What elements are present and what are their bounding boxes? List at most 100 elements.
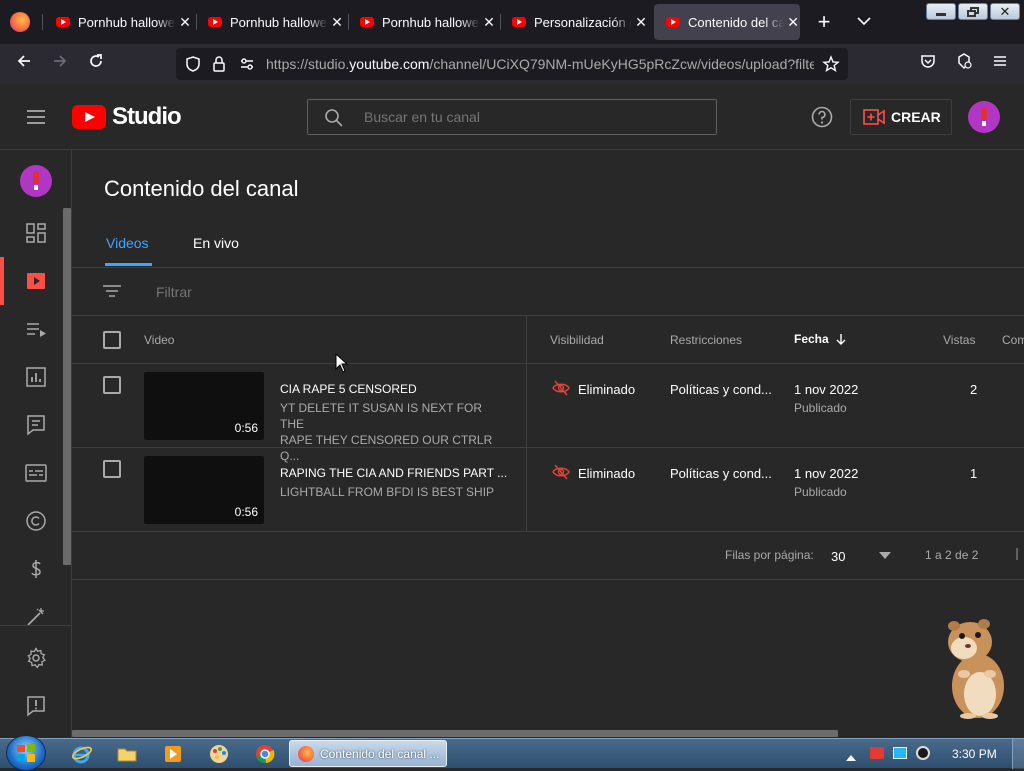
horizontal-scrollbar[interactable]: [72, 730, 838, 737]
sidebar-item-comments[interactable]: [0, 401, 72, 449]
close-tab-icon[interactable]: ✕: [634, 14, 648, 31]
url-prefix: https://studio.: [266, 56, 350, 72]
browser-tab-active[interactable]: Contenido del canal ✕: [654, 4, 800, 40]
tab-live[interactable]: En vivo: [193, 235, 239, 267]
restriction-status[interactable]: Políticas y cond...: [670, 466, 772, 481]
browser-navbar: https://studio.youtube.com/channel/UCiXQ…: [0, 44, 1024, 84]
reload-icon[interactable]: [84, 52, 108, 76]
studio-logo[interactable]: Studio: [72, 103, 182, 131]
channel-avatar[interactable]: [20, 165, 52, 197]
volume-tray-icon[interactable]: [916, 746, 930, 760]
media-player-icon[interactable]: [162, 743, 184, 765]
tabs-divider: [72, 267, 1024, 268]
extensions-icon[interactable]: [952, 52, 976, 76]
column-header-visibility[interactable]: Visibilidad: [550, 333, 604, 347]
publish-status: Publicado: [794, 485, 847, 499]
browser-tab[interactable]: Personalización de ✕: [500, 4, 650, 40]
filter-icon[interactable]: [102, 281, 122, 301]
pocket-icon[interactable]: [916, 52, 940, 76]
firefox-taskbar-icon: [298, 745, 314, 762]
url-bar[interactable]: https://studio.youtube.com/channel/UCiXQ…: [176, 48, 848, 80]
sort-arrow-down-icon: [836, 334, 846, 345]
paint-app-icon[interactable]: [208, 743, 230, 765]
visibility-status[interactable]: Eliminado: [578, 466, 635, 481]
first-page-icon[interactable]: [1016, 548, 1024, 562]
close-tab-icon[interactable]: ✕: [330, 14, 344, 31]
close-tab-icon[interactable]: ✕: [178, 14, 192, 31]
video-thumbnail[interactable]: 0:56: [144, 372, 264, 440]
list-tabs-icon[interactable]: [855, 12, 873, 30]
browser-tab[interactable]: Pornhub halloween ✕: [196, 4, 346, 40]
close-tab-icon[interactable]: ✕: [786, 14, 800, 31]
search-icon[interactable]: [324, 108, 344, 128]
table-row[interactable]: 0:56 CIA RAPE 5 CENSORED YT DELETE IT SU…: [72, 364, 1024, 463]
browser-tab[interactable]: Pornhub halloween ✕: [44, 4, 194, 40]
restore-window-button[interactable]: [958, 3, 988, 20]
sidebar-item-dashboard[interactable]: [0, 209, 72, 257]
sidebar-scrollbar[interactable]: [63, 208, 71, 565]
restriction-status[interactable]: Políticas y cond...: [670, 382, 772, 397]
permissions-icon[interactable]: [238, 55, 256, 73]
select-all-checkbox[interactable]: [103, 331, 121, 349]
taskbar-clock[interactable]: 3:30 PM: [952, 747, 997, 761]
taskbar-window-firefox[interactable]: Contenido del canal ...: [289, 740, 447, 767]
studio-sidebar: [0, 150, 72, 740]
create-button[interactable]: CREAR: [850, 99, 952, 135]
sidebar-item-analytics[interactable]: [0, 353, 72, 401]
firefox-icon[interactable]: [10, 12, 30, 32]
tab-label: Pornhub halloween: [382, 14, 480, 30]
network-tray-icon[interactable]: [893, 747, 907, 759]
channel-search-box[interactable]: [307, 99, 717, 135]
lock-icon[interactable]: [210, 55, 228, 73]
video-title[interactable]: RAPING THE CIA AND FRIENDS PART ...: [280, 466, 507, 480]
flag-tray-icon[interactable]: [870, 747, 884, 759]
file-explorer-icon[interactable]: [116, 743, 138, 765]
sidebar-item-feedback[interactable]: [0, 682, 72, 730]
back-icon[interactable]: [12, 52, 36, 76]
table-row[interactable]: 0:56 RAPING THE CIA AND FRIENDS PART ...…: [72, 448, 1024, 532]
visibility-status[interactable]: Eliminado: [578, 382, 635, 397]
create-button-label: CREAR: [891, 109, 941, 125]
minimize-window-button[interactable]: [926, 3, 956, 20]
account-avatar[interactable]: [968, 101, 1000, 133]
column-header-date[interactable]: Fecha: [794, 332, 848, 346]
column-header-views[interactable]: Vistas: [943, 333, 975, 347]
filter-input[interactable]: [156, 283, 656, 301]
sidebar-item-subtitles[interactable]: [0, 449, 72, 497]
sidebar-item-monetization[interactable]: [0, 545, 72, 593]
show-desktop-button[interactable]: [1012, 739, 1024, 769]
video-thumbnail[interactable]: 0:56: [144, 456, 264, 524]
tracking-protection-icon[interactable]: [184, 55, 202, 73]
video-title[interactable]: CIA RAPE 5 CENSORED: [280, 382, 417, 396]
main-content: Contenido del canal Videos En vivo Video…: [72, 150, 1024, 740]
close-window-button[interactable]: ✕: [990, 3, 1020, 20]
youtube-favicon-icon: [360, 17, 374, 27]
row-checkbox[interactable]: [103, 460, 121, 478]
sidebar-item-playlists[interactable]: [0, 305, 72, 353]
column-header-comments[interactable]: Com: [1002, 333, 1024, 347]
help-icon[interactable]: [810, 105, 834, 129]
internet-explorer-icon[interactable]: [70, 743, 93, 765]
start-button[interactable]: [6, 735, 46, 771]
new-tab-icon[interactable]: +: [814, 10, 834, 34]
browser-tab[interactable]: Pornhub halloween ✕: [348, 4, 498, 40]
close-tab-icon[interactable]: ✕: [482, 14, 496, 31]
gear-icon: [27, 647, 46, 669]
row-checkbox[interactable]: [103, 376, 121, 394]
sidebar-item-copyright[interactable]: [0, 497, 72, 545]
chrome-icon[interactable]: [254, 743, 276, 765]
sidebar-divider: [0, 625, 72, 626]
column-header-restrictions[interactable]: Restricciones: [670, 333, 742, 347]
taskbar-window-label: Contenido del canal ...: [320, 746, 440, 761]
url-text[interactable]: https://studio.youtube.com/channel/UCiXQ…: [266, 56, 814, 74]
sidebar-item-settings[interactable]: [0, 634, 72, 682]
show-hidden-icons[interactable]: [846, 749, 856, 761]
menu-hamburger-icon[interactable]: [988, 52, 1012, 76]
rows-per-page-select[interactable]: 30: [830, 546, 894, 566]
sidebar-item-content[interactable]: [0, 257, 72, 305]
menu-icon[interactable]: [24, 105, 48, 129]
tab-live-label: En vivo: [193, 235, 239, 251]
search-input[interactable]: [364, 107, 704, 127]
bookmark-star-icon[interactable]: [822, 55, 840, 73]
forward-icon[interactable]: [48, 52, 72, 76]
